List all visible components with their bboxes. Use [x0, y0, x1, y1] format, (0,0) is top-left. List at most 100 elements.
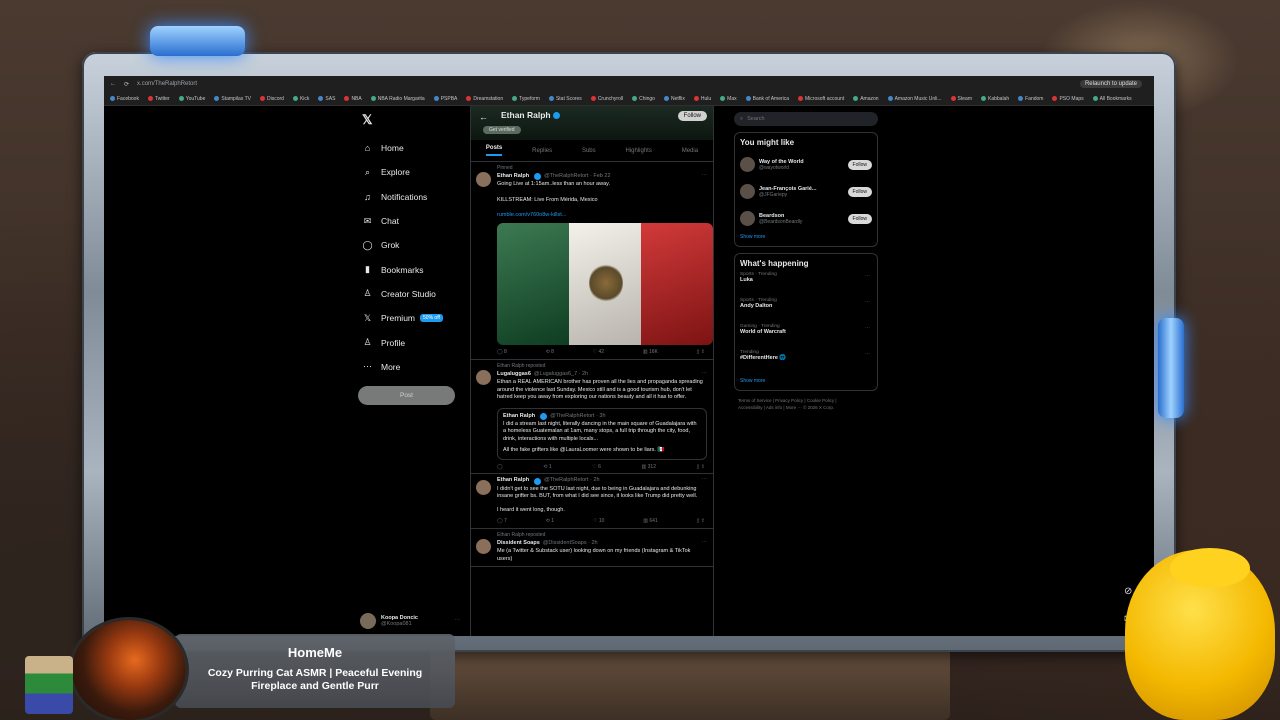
- repost-icon[interactable]: ⟲ 1: [543, 464, 551, 471]
- nav-item-explore[interactable]: ⌕ Explore: [356, 160, 466, 184]
- tweet-author[interactable]: Ethan Ralph: [497, 477, 529, 484]
- bookmark-item[interactable]: Chingo: [632, 96, 655, 102]
- trend-item[interactable]: Sports · Trending Andy Dalton ⋯: [740, 298, 872, 324]
- suggestion-item[interactable]: Beardson @BeardsonBeardly Follow: [740, 205, 872, 232]
- trend-item[interactable]: Trending #DifferentHere 🌐 ⋯: [740, 350, 872, 376]
- more-options-icon[interactable]: ⋯: [702, 371, 708, 378]
- tweet-author[interactable]: Lugaluggas6: [497, 371, 531, 378]
- tab-subs[interactable]: Subs: [582, 148, 596, 154]
- bookmark-item[interactable]: Amazon: [853, 96, 878, 102]
- bookmark-item[interactable]: PSO Maps: [1052, 96, 1083, 102]
- more-options-icon[interactable]: ⋯: [702, 173, 708, 180]
- avatar[interactable]: [740, 211, 755, 226]
- bookmark-item[interactable]: Twitter: [148, 96, 170, 102]
- tweet[interactable]: Ethan Ralph reposted Lugaluggas6 @Lugalu…: [471, 360, 713, 475]
- bookmark-item[interactable]: Fandom: [1018, 96, 1043, 102]
- bookmark-item[interactable]: Bank of America: [746, 96, 789, 102]
- account-switcher[interactable]: Koopa Doncic @Koopa081 ⋯: [360, 610, 460, 632]
- like-icon[interactable]: ♡ 10: [593, 518, 604, 525]
- avatar[interactable]: [476, 370, 491, 386]
- follow-button[interactable]: Follow: [847, 159, 872, 170]
- tweet[interactable]: Ethan Ralph reposted Dissident Soaps @Di…: [471, 529, 713, 567]
- bookmark-item[interactable]: All Bookmarks: [1093, 96, 1132, 102]
- nav-item-profile[interactable]: ♙ Profile: [356, 330, 466, 354]
- bookmark-item[interactable]: PSPBA: [434, 96, 458, 102]
- bookmark-item[interactable]: Stampilas TV: [214, 96, 251, 102]
- bookmark-item[interactable]: SAS: [318, 96, 335, 102]
- nav-item-grok[interactable]: ◯ Grok: [356, 233, 466, 257]
- back-arrow-icon[interactable]: ←: [110, 81, 116, 87]
- bookmark-icon[interactable]: ▯ ⇪: [697, 349, 705, 356]
- reload-icon[interactable]: ⟳: [124, 81, 129, 88]
- address-url[interactable]: x.com/TheRalphRetort: [137, 81, 197, 87]
- follow-button[interactable]: Follow: [677, 111, 707, 121]
- bookmark-icon[interactable]: ▯ ⇪: [697, 464, 705, 471]
- avatar[interactable]: [476, 538, 491, 554]
- bookmark-item[interactable]: Dreamstation: [466, 96, 503, 102]
- nav-item-bookmarks[interactable]: ▮ Bookmarks: [356, 257, 466, 281]
- nav-item-home[interactable]: ⌂ Home: [356, 136, 466, 160]
- tweet[interactable]: Ethan Ralph @TheRalphRetort · 2h ⋯ I did…: [471, 474, 713, 529]
- tweet-author[interactable]: Ethan Ralph: [497, 173, 529, 180]
- tab-replies[interactable]: Replies: [532, 148, 552, 154]
- bookmark-item[interactable]: Crunchyroll: [591, 96, 623, 102]
- bookmark-item[interactable]: NBA Radio Margarita: [371, 96, 425, 102]
- views-icon[interactable]: ▥ 16K: [643, 349, 658, 356]
- nav-item-chat[interactable]: ✉ Chat: [356, 209, 466, 233]
- tweet-link[interactable]: rumble.com/v760o8w-killst...: [497, 212, 707, 219]
- more-options-icon[interactable]: ⋯: [702, 477, 708, 484]
- bookmark-item[interactable]: Hulu: [694, 96, 711, 102]
- more-options-icon[interactable]: ⋯: [865, 300, 871, 306]
- post-button[interactable]: Post: [358, 386, 455, 405]
- views-icon[interactable]: ▥ 312: [642, 464, 656, 471]
- avatar[interactable]: [476, 480, 491, 496]
- reply-icon[interactable]: ◯: [497, 464, 503, 471]
- more-options-icon[interactable]: ⋯: [865, 274, 871, 280]
- bookmark-item[interactable]: Microsoft account: [798, 96, 844, 102]
- footer-links[interactable]: Terms of Service | Privacy Policy | Cook…: [734, 397, 878, 411]
- bookmark-item[interactable]: NBA: [344, 96, 361, 102]
- tab-posts[interactable]: Posts: [485, 145, 503, 156]
- suggestion-item[interactable]: Way of the World @wayotworld Follow: [740, 151, 872, 178]
- nav-item-creator-studio[interactable]: ♙ Creator Studio: [356, 282, 466, 306]
- repost-icon[interactable]: ⟲ 8: [546, 349, 554, 356]
- bookmark-item[interactable]: Stat Scores: [549, 96, 582, 102]
- relaunch-button[interactable]: Relaunch to update: [1079, 80, 1142, 88]
- bookmark-item[interactable]: Steam: [951, 96, 972, 102]
- avatar[interactable]: [740, 184, 755, 199]
- quoted-tweet[interactable]: Ethan Ralph @TheRalphRetort · 3h I did a…: [497, 407, 707, 460]
- search-input[interactable]: ⌕ Search: [734, 112, 878, 126]
- x-logo-icon[interactable]: 𝕏: [362, 112, 466, 128]
- bookmark-icon[interactable]: ▯ ⇪: [697, 518, 705, 525]
- show-more-link[interactable]: Show more: [740, 234, 872, 240]
- bookmark-item[interactable]: Kabbalah: [981, 96, 1009, 102]
- bookmark-item[interactable]: YouTube: [179, 96, 206, 102]
- trend-item[interactable]: Sports · Trending Luka ⋯: [740, 272, 872, 298]
- back-arrow-icon[interactable]: ←: [479, 112, 488, 122]
- bookmark-item[interactable]: Facebook: [110, 96, 139, 102]
- show-more-link[interactable]: Show more: [740, 378, 872, 384]
- like-icon[interactable]: ♡ 42: [593, 349, 604, 356]
- avatar[interactable]: [740, 157, 755, 172]
- nav-item-notifications[interactable]: ♫ Notifications: [356, 185, 466, 209]
- tweet-author[interactable]: Dissident Soaps: [497, 540, 540, 547]
- nav-item-premium[interactable]: 𝕏 Premium 50% off: [356, 306, 466, 330]
- tweet[interactable]: Pinned Ethan Ralph @TheRalphRetort · Feb…: [471, 162, 713, 361]
- get-verified-chip[interactable]: Get verified: [483, 126, 521, 134]
- reply-icon[interactable]: ◯ 8: [497, 349, 507, 356]
- tab-media[interactable]: Media: [682, 148, 698, 154]
- more-options-icon[interactable]: ⋯: [702, 540, 708, 547]
- like-icon[interactable]: ♡ 6: [592, 464, 601, 471]
- more-options-icon[interactable]: ⋯: [455, 618, 461, 624]
- nav-item-more[interactable]: ⋯ More: [356, 355, 466, 379]
- tweet-image-mexico-flag[interactable]: [497, 223, 713, 346]
- reply-icon[interactable]: ◯ 7: [497, 518, 507, 525]
- repost-icon[interactable]: ⟲ 1: [546, 518, 554, 525]
- avatar[interactable]: [476, 172, 491, 187]
- bookmark-item[interactable]: Discord: [260, 96, 284, 102]
- tab-highlights[interactable]: Highlights: [626, 148, 652, 154]
- views-icon[interactable]: ▥ 641: [643, 518, 657, 525]
- trend-item[interactable]: Gaming · Trending World of Warcraft ⋯: [740, 324, 872, 350]
- bookmark-item[interactable]: Typeform: [512, 96, 540, 102]
- bookmark-item[interactable]: Max: [720, 96, 736, 102]
